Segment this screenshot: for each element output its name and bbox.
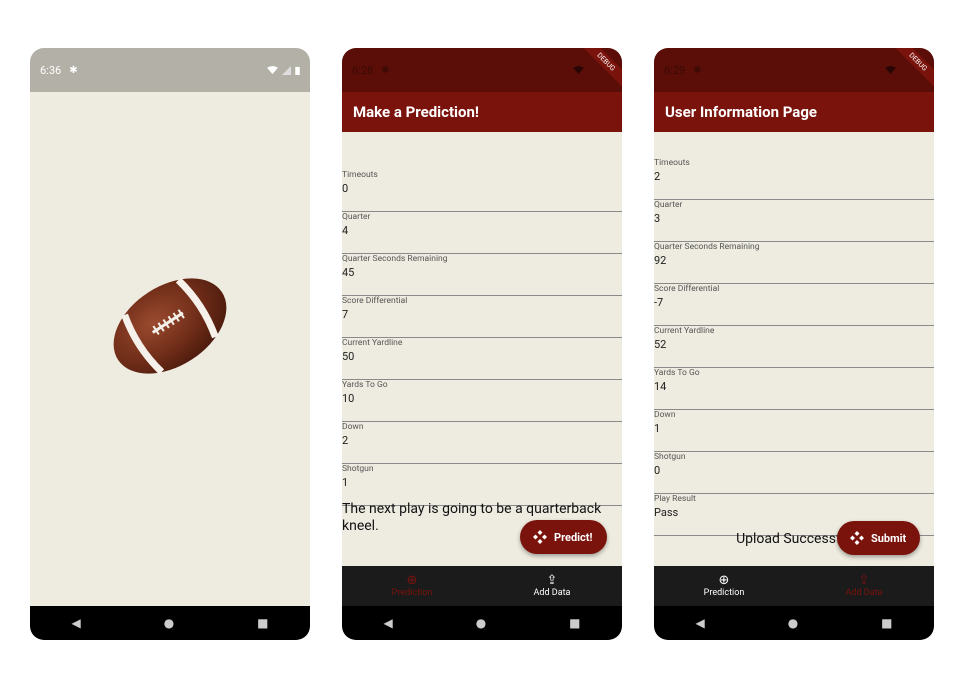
recents-button[interactable]: ■ xyxy=(569,616,580,630)
home-button[interactable]: ● xyxy=(788,616,798,630)
yards-to-go-field[interactable]: Yards To Go 14 xyxy=(654,368,934,410)
home-button[interactable]: ● xyxy=(476,616,486,630)
back-button[interactable]: ◀ xyxy=(383,616,392,630)
submit-button-label: Submit xyxy=(871,531,907,545)
status-time: 6:36 xyxy=(40,63,62,77)
nav-prediction[interactable]: ⊕ Prediction xyxy=(342,566,482,606)
system-nav-bar: ◀ ● ■ xyxy=(342,606,622,640)
quarter-field[interactable]: Quarter 3 xyxy=(654,200,934,242)
timeouts-field[interactable]: Timeouts 0 xyxy=(342,170,622,212)
page-title: User Information Page xyxy=(665,103,817,121)
quarter-seconds-field[interactable]: Quarter Seconds Remaining 92 xyxy=(654,242,934,284)
current-yardline-field[interactable]: Current Yardline 50 xyxy=(342,338,622,380)
nav-add-data[interactable]: ⇪ Add Data xyxy=(794,566,934,606)
nav-add-data[interactable]: ⇪ Add Data xyxy=(482,566,622,606)
yards-to-go-field[interactable]: Yards To Go 10 xyxy=(342,380,622,422)
down-field[interactable]: Down 1 xyxy=(654,410,934,452)
bottom-nav: ⊕ Prediction ⇪ Add Data xyxy=(654,566,934,606)
download-circle-icon: ⊕ xyxy=(718,573,730,588)
user-info-screen: 6:29 ✱ DEBUG User Information Page Timeo… xyxy=(654,48,934,640)
battery-icon xyxy=(295,66,300,75)
quarter-seconds-field[interactable]: Quarter Seconds Remaining 45 xyxy=(342,254,622,296)
score-differential-field[interactable]: Score Differential -7 xyxy=(654,284,934,326)
back-button[interactable]: ◀ xyxy=(71,616,80,630)
system-nav-bar: ◀ ● ■ xyxy=(30,606,310,640)
back-button[interactable]: ◀ xyxy=(695,616,704,630)
timeouts-field[interactable]: Timeouts 2 xyxy=(654,158,934,200)
debug-banner: DEBUG xyxy=(890,48,934,92)
system-nav-bar: ◀ ● ■ xyxy=(654,606,934,640)
status-time: 6:29 xyxy=(664,63,686,77)
home-button[interactable]: ● xyxy=(164,616,174,630)
football-logo xyxy=(113,277,227,375)
upload-folder-icon: ⇪ xyxy=(546,573,558,588)
nav-prediction[interactable]: ⊕ Prediction xyxy=(654,566,794,606)
app-bar: User Information Page xyxy=(654,92,934,132)
current-yardline-field[interactable]: Current Yardline 52 xyxy=(654,326,934,368)
recents-button[interactable]: ■ xyxy=(881,616,892,630)
page-title: Make a Prediction! xyxy=(353,103,479,121)
settings-icon: ✱ xyxy=(381,64,390,76)
app-bar: Make a Prediction! xyxy=(342,92,622,132)
settings-icon: ✱ xyxy=(69,64,78,76)
gamepad-icon xyxy=(850,531,864,545)
settings-icon: ✱ xyxy=(693,64,702,76)
down-field[interactable]: Down 2 xyxy=(342,422,622,464)
download-circle-icon: ⊕ xyxy=(406,573,418,588)
shotgun-field[interactable]: Shotgun 1 xyxy=(342,464,622,506)
splash-screen: 6:36 ✱ ◀ ● ■ xyxy=(30,48,310,640)
submit-button[interactable]: Submit xyxy=(837,521,921,555)
signal-icon xyxy=(282,65,291,75)
status-bar: 6:36 ✱ xyxy=(30,48,310,92)
score-differential-field[interactable]: Score Differential 7 xyxy=(342,296,622,338)
prediction-screen: 6:28 ✱ DEBUG Make a Prediction! Timeouts… xyxy=(342,48,622,640)
status-time: 6:28 xyxy=(352,63,374,77)
predict-button[interactable]: Predict! xyxy=(520,520,607,554)
quarter-field[interactable]: Quarter 4 xyxy=(342,212,622,254)
gamepad-icon xyxy=(533,530,547,544)
predict-button-label: Predict! xyxy=(554,530,593,544)
bottom-nav: ⊕ Prediction ⇪ Add Data xyxy=(342,566,622,606)
wifi-icon xyxy=(267,65,278,74)
shotgun-field[interactable]: Shotgun 0 xyxy=(654,452,934,494)
debug-banner: DEBUG xyxy=(578,48,622,92)
recents-button[interactable]: ■ xyxy=(257,616,268,630)
upload-folder-icon: ⇪ xyxy=(858,573,870,588)
